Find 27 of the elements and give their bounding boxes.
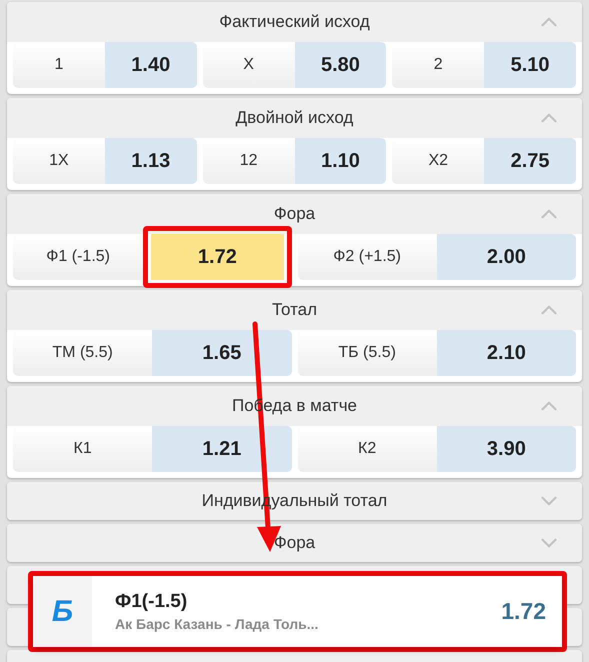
market-header[interactable]: Фактический исход	[7, 2, 582, 42]
odds-button[interactable]: 2.75	[484, 138, 576, 184]
market-title: Тотал	[272, 299, 318, 322]
odds-button[interactable]: 1.72	[143, 226, 292, 288]
bet-title: Ф1(-1.5)	[115, 590, 188, 614]
logo: Б	[52, 594, 74, 630]
odds-button[interactable]: 1.65	[152, 330, 292, 376]
market-header[interactable]: Двойной исход	[7, 98, 582, 138]
odds-button[interactable]: 2.10	[436, 330, 576, 376]
odds-button[interactable]: 1.13	[104, 138, 197, 184]
market-header[interactable]: Тотал	[7, 290, 582, 330]
odds-button[interactable]: 2.00	[436, 234, 576, 280]
match-name: Ак Барс Казань - Лада Толь...	[115, 616, 320, 634]
odds-button[interactable]: 5.80	[294, 42, 386, 88]
odds-button[interactable]: 1.21	[152, 426, 292, 472]
odds-button[interactable]: 5.10	[484, 42, 576, 88]
market-title: Двойной исход	[236, 107, 354, 130]
market-header[interactable]: Фора	[7, 524, 582, 562]
odds-button[interactable]: 3.90	[436, 426, 576, 472]
market-title: Фора	[274, 532, 316, 554]
bet-toast[interactable]: Б Ф1(-1.5) Ак Барс Казань - Лада Толь... 1.72	[33, 576, 562, 647]
bet-odds: 1.72	[501, 597, 547, 626]
odds-button[interactable]: 1.10	[294, 138, 386, 184]
market-title: Фора	[274, 203, 316, 226]
market-title: Фактический исход	[219, 11, 370, 34]
market-header[interactable]: Фора	[7, 194, 582, 234]
odds-button[interactable]: 1.40	[104, 42, 197, 88]
